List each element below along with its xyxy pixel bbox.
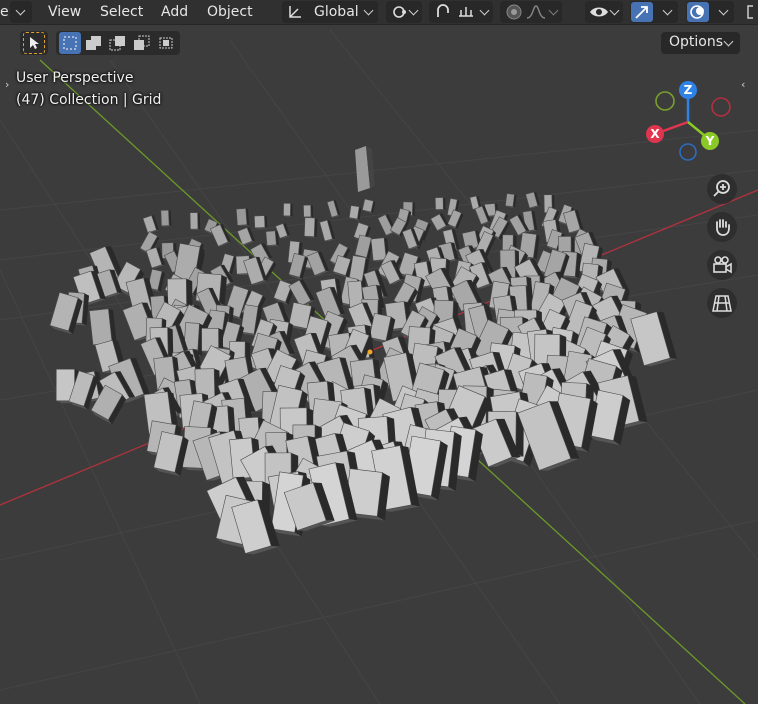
shading-edge-fragment[interactable] [742, 2, 758, 22]
block[interactable] [319, 219, 336, 242]
options-dropdown[interactable]: Options [661, 32, 740, 54]
mode-intersect-button[interactable] [155, 32, 177, 54]
proportional-edit-group[interactable] [500, 1, 562, 23]
navigation-gizmo[interactable]: Z X Y [640, 76, 740, 166]
mode-subtract-button[interactable] [131, 32, 153, 54]
block-face [209, 224, 229, 247]
pivot-dropdown[interactable] [386, 1, 422, 23]
block-face [505, 193, 515, 208]
x-axis-label: X [650, 127, 660, 141]
block[interactable] [525, 191, 541, 209]
visibility-icon [590, 7, 608, 17]
block[interactable] [231, 497, 280, 556]
pivot-icon [393, 6, 406, 18]
block-face [254, 215, 266, 229]
block-face [265, 230, 277, 246]
orientation-icon [289, 6, 301, 18]
orientation-label: Global [314, 4, 359, 20]
collection-label: (47) Collection | Grid [16, 92, 162, 108]
gizmo-toggle-group[interactable] [630, 1, 678, 23]
block-face [306, 251, 327, 276]
block-face [160, 209, 170, 227]
zoom-button[interactable] [707, 174, 737, 204]
block[interactable] [283, 203, 293, 217]
y-axis-label: Y [705, 134, 715, 148]
overlay-icon[interactable] [687, 2, 709, 22]
mode-extend-button[interactable] [107, 32, 129, 54]
box-select-button[interactable] [59, 32, 81, 54]
block[interactable] [265, 230, 280, 247]
block-face [235, 208, 248, 226]
perspective-label: User Perspective [16, 70, 134, 86]
block[interactable] [235, 208, 250, 227]
snap-icon [437, 4, 449, 17]
editor-type-dropdown[interactable] [10, 1, 32, 23]
select-tool-button[interactable] [23, 32, 45, 54]
hand-pan-icon [716, 219, 730, 236]
neg-y-handle[interactable] [655, 91, 675, 111]
block-face [303, 204, 312, 218]
viewport-header: e View Select Add Object Global [0, 0, 758, 25]
block[interactable] [254, 215, 268, 229]
camera-icon [713, 256, 732, 274]
grid-ortho-icon [712, 295, 732, 312]
zoom-icon [713, 180, 730, 197]
pan-button[interactable] [707, 212, 737, 242]
z-axis-label: Z [684, 83, 693, 97]
neg-x-handle[interactable] [711, 97, 731, 117]
mode-new-icon [86, 36, 101, 50]
block-face [283, 203, 291, 217]
toolbar-expand-arrow[interactable]: › [5, 78, 9, 91]
block[interactable] [160, 209, 172, 227]
menu-view[interactable]: View [48, 2, 81, 22]
block[interactable] [361, 198, 376, 214]
sidebar-expand-arrow[interactable]: ‹ [741, 78, 745, 91]
block[interactable] [630, 310, 677, 368]
block[interactable] [303, 217, 318, 238]
transform-orientation-dropdown[interactable]: Global [282, 1, 378, 23]
options-label: Options [669, 34, 724, 50]
snap-increment-icon [459, 7, 473, 17]
visibility-dropdown[interactable] [585, 1, 623, 23]
mode-extend-icon [109, 36, 125, 51]
block-face [303, 217, 316, 237]
block[interactable] [505, 193, 517, 208]
block[interactable] [189, 212, 201, 231]
3d-viewport[interactable]: e View Select Add Object Global Options … [0, 0, 758, 704]
block-face [89, 308, 113, 346]
block[interactable] [142, 215, 159, 234]
editor-type-fragment[interactable]: e [0, 2, 9, 22]
block[interactable] [303, 204, 314, 218]
neg-z-handle[interactable] [679, 143, 697, 161]
block[interactable] [326, 199, 341, 218]
block[interactable] [430, 213, 449, 232]
falloff-curve-icon [526, 5, 546, 19]
box-select-icon [63, 36, 77, 50]
ortho-toggle-button[interactable] [707, 288, 737, 318]
snap-group[interactable] [429, 1, 493, 23]
mode-intersect-icon [159, 37, 173, 49]
block-face [348, 205, 360, 220]
camera-view-button[interactable] [707, 250, 737, 280]
block-face [189, 212, 199, 230]
block[interactable] [288, 278, 315, 308]
origin-point [367, 349, 373, 355]
block[interactable] [348, 205, 362, 221]
menu-select[interactable]: Select [100, 2, 143, 22]
menu-add[interactable]: Add [161, 2, 188, 22]
menu-object[interactable]: Object [207, 2, 253, 22]
block[interactable] [49, 291, 83, 335]
standing-block[interactable] [355, 146, 375, 192]
mode-subtract-icon [134, 35, 150, 50]
domino-blocks[interactable] [49, 146, 677, 557]
overlay-toggle-group[interactable] [686, 1, 734, 23]
block-face [434, 197, 444, 210]
block[interactable] [434, 197, 446, 211]
gizmo-icon[interactable] [631, 2, 653, 22]
select-arrow-icon [30, 37, 39, 49]
proportional-edit-icon [506, 4, 522, 20]
block-face [370, 237, 387, 261]
mode-new-button[interactable] [83, 32, 105, 54]
